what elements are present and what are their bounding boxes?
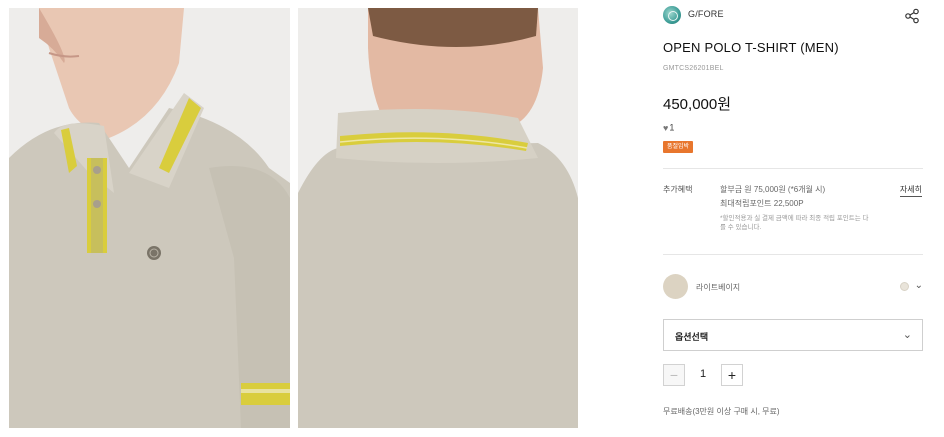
product-sku: GMTCS26201BEL [663, 65, 724, 72]
installment-text: 할부금 원 75,000원 (*6개월 시) [720, 185, 826, 194]
color-selector[interactable]: 라이트베이지 ⌄ [663, 274, 923, 300]
product-image-back[interactable] [298, 8, 578, 428]
status-badge: 품절임박 [663, 141, 694, 153]
brand-name[interactable]: G/FORE [688, 9, 724, 19]
quantity-increase-button[interactable]: + [721, 364, 743, 386]
points-text: 최대적립포인트 22,500P [720, 199, 804, 208]
color-swatch[interactable] [663, 274, 688, 299]
product-info-panel: G/FORE OPEN POLO T-SHIRT (MEN) GMTCS2620… [663, 0, 923, 437]
product-image-front[interactable] [9, 8, 290, 428]
option-select[interactable]: 옵션선택 ⌄ [663, 319, 923, 351]
front-photo-graphic [9, 8, 290, 428]
points-note: *할인적용과 실 결제 금액에 따라 최종 적립 포인트는 다를 수 있습니다. [720, 215, 869, 231]
brand-row: G/FORE [663, 6, 923, 26]
option-select-label: 옵션선택 [675, 332, 709, 342]
back-photo-graphic [298, 8, 578, 428]
benefit-label: 추가혜택 [663, 185, 693, 194]
heart-icon: ♥ [663, 122, 669, 133]
color-dot [900, 282, 909, 291]
benefit-details: 할부금 원 75,000원 (*6개월 시) 최대적립포인트 22,500P *… [720, 184, 870, 232]
quantity-value[interactable]: 1 [692, 368, 714, 380]
chevron-down-icon: ⌄ [902, 329, 912, 341]
brand-logo-icon[interactable] [663, 6, 681, 24]
divider [663, 168, 923, 169]
share-icon[interactable] [904, 8, 920, 24]
product-title: OPEN POLO T-SHIRT (MEN) [663, 40, 839, 55]
divider [663, 254, 923, 255]
shipping-info: 무료배송(3만원 이상 구매 시, 무료) [663, 407, 780, 416]
product-price: 450,000원 [663, 96, 732, 113]
like-button[interactable]: ♥1 [663, 122, 674, 134]
quantity-decrease-button[interactable]: − [663, 364, 685, 386]
color-name: 라이트베이지 [696, 283, 741, 292]
chevron-down-icon[interactable]: ⌄ [915, 280, 923, 291]
benefit-detail-link[interactable]: 자세히 [899, 184, 922, 197]
like-count: 1 [669, 122, 675, 133]
